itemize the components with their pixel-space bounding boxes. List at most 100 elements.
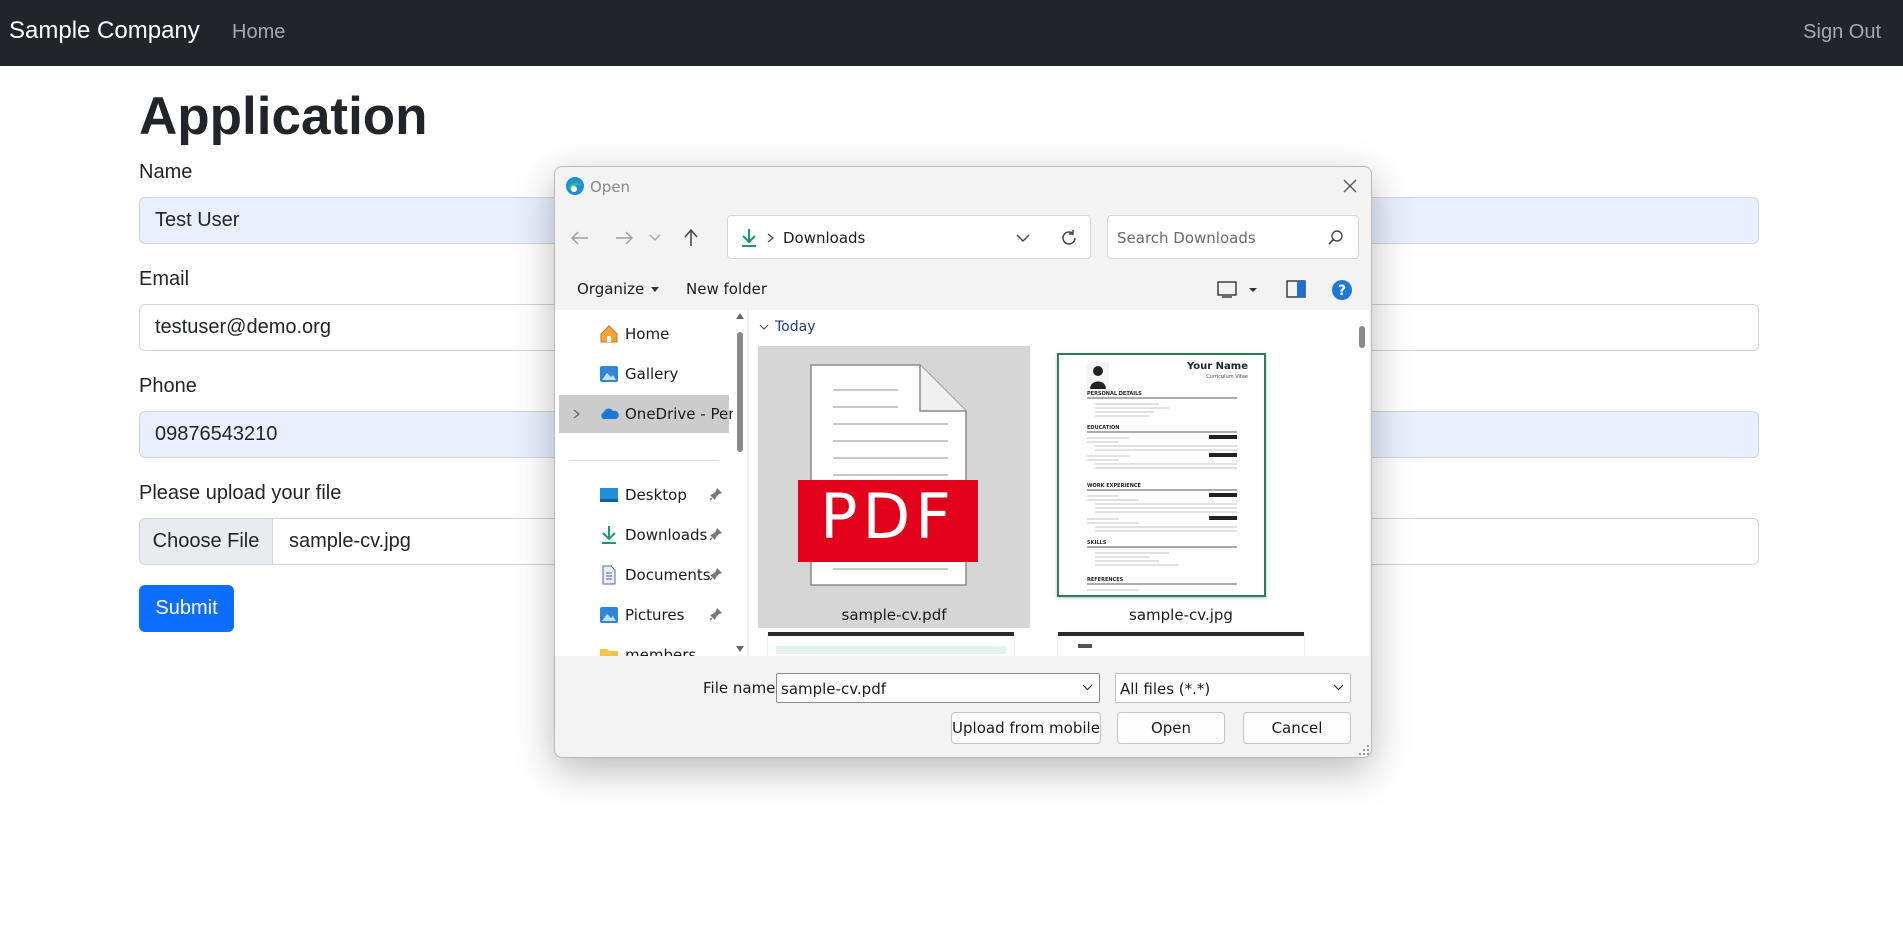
file-tile-screenshot[interactable] <box>1058 632 1304 656</box>
search-icon <box>1328 230 1343 245</box>
dialog-close-button[interactable] <box>1337 173 1363 199</box>
nav-item-pictures[interactable]: Pictures <box>559 596 729 634</box>
view-mode-icon[interactable] <box>1217 280 1257 298</box>
scrollbar-thumb[interactable] <box>1359 326 1365 348</box>
downloads-icon <box>602 526 616 544</box>
pin-icon <box>709 528 722 541</box>
home-icon <box>600 325 618 343</box>
pin-icon <box>709 568 722 581</box>
file-name-label: sample-cv.jpg <box>1129 606 1233 624</box>
chevron-down-icon <box>759 324 769 330</box>
chevron-right-icon <box>767 233 774 243</box>
chosen-file-name: sample-cv.jpg <box>289 530 411 552</box>
scrollbar-thumb[interactable] <box>737 332 743 452</box>
file-tile-screenshot[interactable] <box>768 632 1014 656</box>
navbar-brand[interactable]: Sample Company <box>9 17 200 45</box>
file-list-scrollbar[interactable] <box>1355 310 1369 656</box>
nav-item-home[interactable]: Home <box>559 315 729 353</box>
caret-down-icon <box>650 287 659 292</box>
group-header-today[interactable]: Today <box>759 319 816 335</box>
name-input-value: Test User <box>155 209 240 231</box>
back-button[interactable] <box>567 225 593 251</box>
file-list-area: Today PDF sample-cv.pdf Your Name Curric… <box>749 310 1369 656</box>
dialog-titlebar[interactable]: Open <box>555 167 1371 205</box>
page-title: Application <box>139 87 428 146</box>
nav-item-label: Pictures <box>625 606 685 624</box>
file-upload-label: Please upload your file <box>139 482 342 504</box>
resize-grip-icon[interactable] <box>1359 745 1369 755</box>
help-icon[interactable]: ? <box>1331 279 1353 301</box>
arrow-left-icon <box>571 231 588 245</box>
file-name-input[interactable]: sample-cv.pdf <box>776 673 1100 703</box>
file-name-label: File name: <box>703 679 781 697</box>
open-button[interactable]: Open <box>1117 712 1225 744</box>
nav-item-gallery[interactable]: Gallery <box>559 355 729 393</box>
file-name-value: sample-cv.pdf <box>781 680 886 698</box>
upload-from-mobile-button[interactable]: Upload from mobile <box>951 712 1101 744</box>
arrow-right-icon <box>616 231 633 245</box>
email-label: Email <box>139 268 190 290</box>
edge-browser-icon <box>566 177 584 195</box>
navigation-pane-scrollbar[interactable] <box>733 310 747 656</box>
search-downloads-input[interactable]: Search Downloads <box>1107 215 1359 259</box>
address-bar[interactable]: Downloads <box>727 215 1091 259</box>
nav-item-label: Downloads <box>625 526 708 544</box>
nav-link-sign-out[interactable]: Sign Out <box>1803 21 1881 44</box>
nav-item-label: Documents <box>625 566 711 584</box>
group-header-label: Today <box>775 319 816 335</box>
nav-item-onedrive[interactable]: OneDrive - Perso <box>559 395 733 433</box>
nav-item-members[interactable]: members <box>559 636 729 656</box>
recent-locations-button[interactable] <box>642 225 668 251</box>
organize-menu[interactable]: Organize <box>577 280 659 298</box>
dialog-command-bar: Organize New folder ? <box>555 271 1371 307</box>
chevron-down-icon[interactable] <box>1082 684 1093 691</box>
chevron-right-icon[interactable] <box>573 409 580 419</box>
file-type-select[interactable]: All files (*.*) <box>1115 673 1351 703</box>
preview-pane-icon[interactable] <box>1286 280 1306 298</box>
gallery-icon <box>600 366 618 382</box>
scroll-down-icon[interactable] <box>736 646 744 652</box>
pictures-icon <box>600 607 618 623</box>
nav-item-downloads[interactable]: Downloads <box>559 516 729 554</box>
thumbnail-preview <box>1078 644 1092 648</box>
up-folder-button[interactable] <box>678 225 704 251</box>
choose-file-button[interactable]: Choose File <box>140 519 273 564</box>
top-navbar: Sample Company Home Sign Out <box>0 0 1903 66</box>
submit-button[interactable]: Submit <box>139 585 234 632</box>
file-name-label: sample-cv.pdf <box>841 606 947 624</box>
new-folder-button[interactable]: New folder <box>686 280 767 298</box>
desktop-icon <box>600 488 618 502</box>
navigation-pane: Home Gallery OneDrive - Perso Desktop Do… <box>555 310 733 656</box>
pdf-badge-label: PDF <box>820 480 956 553</box>
organize-label: Organize <box>577 280 645 298</box>
forward-button[interactable] <box>611 225 637 251</box>
file-tile-jpg[interactable]: Your Name Curriculum Vitae PERSONAL DETA… <box>1045 346 1317 628</box>
scroll-up-icon[interactable] <box>736 313 744 319</box>
onedrive-icon <box>601 408 619 419</box>
dialog-title: Open <box>590 178 631 196</box>
nav-divider <box>569 460 719 461</box>
nav-item-desktop[interactable]: Desktop <box>559 476 729 514</box>
documents-icon <box>602 565 616 585</box>
image-file-icon: Your Name Curriculum Vitae PERSONAL DETA… <box>1057 353 1266 597</box>
close-icon <box>1343 179 1357 193</box>
address-bar-location: Downloads <box>783 229 866 247</box>
file-tile-pdf[interactable]: PDF sample-cv.pdf <box>758 346 1030 628</box>
folder-icon <box>600 649 618 656</box>
pdf-file-icon <box>798 364 978 586</box>
nav-item-label: Gallery <box>625 365 679 383</box>
chevron-down-icon[interactable] <box>1016 234 1030 243</box>
nav-item-documents[interactable]: Documents <box>559 556 729 594</box>
phone-input-value: 09876543210 <box>155 423 278 445</box>
chevron-down-icon <box>1333 684 1344 691</box>
nav-link-home[interactable]: Home <box>232 21 285 44</box>
email-input-value: testuser@demo.org <box>155 316 331 338</box>
cancel-button[interactable]: Cancel <box>1243 712 1351 744</box>
refresh-icon[interactable] <box>1060 229 1078 247</box>
svg-text:?: ? <box>1338 283 1346 299</box>
download-icon <box>742 229 756 247</box>
name-label: Name <box>139 161 193 183</box>
search-placeholder: Search Downloads <box>1117 229 1256 247</box>
open-file-dialog: Open Downloads Search Downloads Organize… <box>554 166 1372 758</box>
phone-label: Phone <box>139 375 197 397</box>
